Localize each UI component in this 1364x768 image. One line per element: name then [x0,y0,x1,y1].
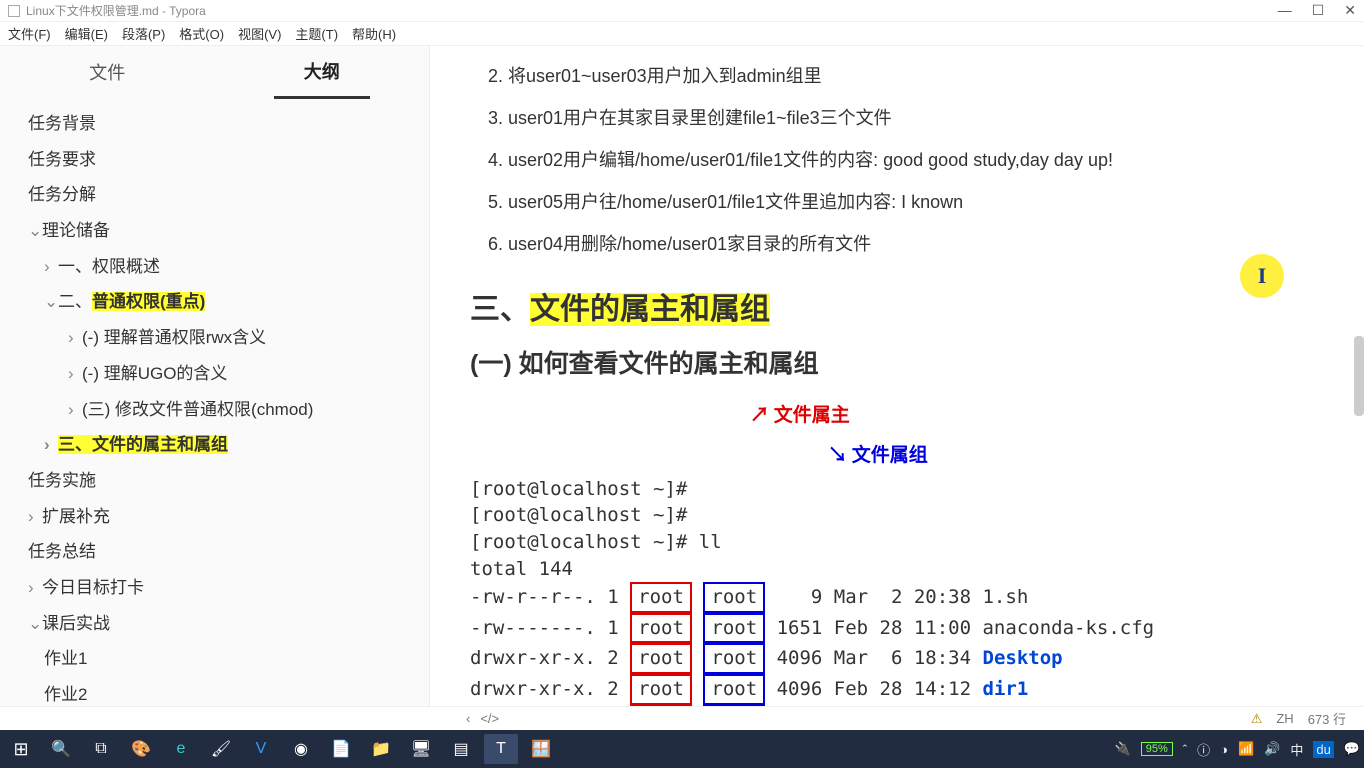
app-icon [8,5,20,17]
app-icon[interactable]: 🪟 [524,734,558,764]
list-item: 将user01~user03用户加入到admin组里 [508,62,1328,88]
outline-item[interactable]: ›一、权限概述 [10,249,419,285]
visio-icon[interactable]: V [244,734,278,764]
heading-2: 三、文件的属主和属组 [470,284,1328,328]
outline-item[interactable]: 任务总结 [10,534,419,570]
volume-icon[interactable]: 🔊 [1264,741,1280,757]
owner-box: root [630,582,692,613]
cursor-highlight-icon [1240,254,1284,298]
wifi-icon[interactable]: 📶 [1238,741,1254,757]
code-block: ↗ 文件属主 ↘ 文件属组 [root@localhost ~]# [root@… [470,396,1328,706]
paint-icon[interactable]: 🖌 [204,734,238,764]
tray-icon[interactable]: ◑ [1220,742,1228,757]
chevron-right-icon: › [68,356,78,392]
outline-item[interactable]: ›扩展补充 [10,499,419,535]
chevron-right-icon: › [28,570,38,606]
list-item: user01用户在其家目录里创建file1~file3三个文件 [508,104,1328,130]
outline-item[interactable]: 任务实施 [10,463,419,499]
menu-edit[interactable]: 编辑(E) [65,24,108,43]
titlebar: Linux下文件权限管理.md - Typora — ☐ ✕ [0,0,1364,22]
chevron-right-icon: › [68,392,78,428]
window-title: Linux下文件权限管理.md - Typora [26,2,206,19]
menubar: 文件(F) 编辑(E) 段落(P) 格式(O) 视图(V) 主题(T) 帮助(H… [0,22,1364,46]
outline-item[interactable]: 任务分解 [10,177,419,213]
taskbar: ⊞ 🔍 ⧉ 🎨 e 🖌 V ◉ 📄 📁 🖥 ▤ T 🪟 🔌 95% ˆ ⓘ ◑ … [0,730,1364,768]
menu-file[interactable]: 文件(F) [8,24,51,43]
notepad-icon[interactable]: 📄 [324,734,358,764]
annotation-group: ↘ 文件属组 [828,443,928,470]
close-button[interactable]: ✕ [1344,2,1356,19]
start-button[interactable]: ⊞ [4,734,38,764]
outline-item[interactable]: ›(三) 修改文件普通权限(chmod) [10,392,419,428]
plug-icon: 🔌 [1115,741,1131,757]
group-box: root [703,582,765,613]
chevron-right-icon: › [44,249,54,285]
vm-icon[interactable]: 🖥 [404,734,438,764]
list-item: user04用删除/home/user01家目录的所有文件 [508,230,1328,256]
menu-format[interactable]: 格式(O) [179,24,224,43]
outline-item-active[interactable]: ›三、文件的属主和属组 [10,427,419,463]
outline-item[interactable]: ⌄理论储备 [10,213,419,249]
tray-icon[interactable]: ⓘ [1197,740,1210,759]
ime-icon[interactable]: 中 [1290,740,1303,759]
typora-icon[interactable]: T [484,734,518,764]
list-item: user05用户往/home/user01/file1文件里追加内容: I kn… [508,188,1328,214]
statusbar: ‹ </> ⚠ ZH 673 行 [0,706,1364,730]
du-icon[interactable]: du [1313,741,1333,758]
tab-outline[interactable]: 大纲 [274,46,370,99]
edge-icon[interactable]: e [164,734,198,764]
outline-item[interactable]: 任务要求 [10,142,419,178]
sidebar: 文件 大纲 任务背景 任务要求 任务分解 ⌄理论储备 ›一、权限概述 ⌄二、普通… [0,46,430,706]
battery-indicator[interactable]: 95% [1141,742,1173,756]
annotation-owner: ↗ 文件属主 [750,403,850,430]
explorer-icon[interactable]: 📁 [364,734,398,764]
warning-icon[interactable]: ⚠ [1251,711,1263,727]
search-icon[interactable]: 🔍 [44,734,78,764]
source-mode-toggle[interactable]: </> [480,711,499,726]
outline-item[interactable]: ⌄二、普通权限(重点) [10,284,419,320]
chevron-down-icon: ⌄ [28,213,38,249]
outline-item[interactable]: 作业2 [10,677,419,706]
editor[interactable]: 将user01~user03用户加入到admin组里 user01用户在其家目录… [430,46,1364,706]
heading-3: (一) 如何查看文件的属主和属组 [470,344,1328,380]
chevron-right-icon: › [28,499,38,535]
outline-item[interactable]: 作业1 [10,641,419,677]
menu-view[interactable]: 视图(V) [238,24,281,43]
chevron-right-icon: › [44,427,54,463]
notification-icon[interactable]: 💬 [1344,741,1360,757]
chrome-icon[interactable]: ◉ [284,734,318,764]
menu-paragraph[interactable]: 段落(P) [122,24,165,43]
line-count: 673 行 [1308,709,1346,728]
minimize-button[interactable]: — [1278,2,1292,19]
menu-help[interactable]: 帮助(H) [352,24,396,43]
outline-item[interactable]: 任务背景 [10,106,419,142]
app-icon[interactable]: 🎨 [124,734,158,764]
outline-item[interactable]: ›(-) 理解普通权限rwx含义 [10,320,419,356]
outline-item[interactable]: ⌄课后实战 [10,606,419,642]
outline-item[interactable]: ›今日目标打卡 [10,570,419,606]
app-icon[interactable]: ▤ [444,734,478,764]
tray-chevron-icon[interactable]: ˆ [1183,742,1187,757]
scrollbar[interactable] [1354,336,1364,416]
maximize-button[interactable]: ☐ [1312,2,1325,19]
outline-item[interactable]: ›(-) 理解UGO的含义 [10,356,419,392]
outline-panel: 任务背景 任务要求 任务分解 ⌄理论储备 ›一、权限概述 ⌄二、普通权限(重点)… [0,98,429,706]
ime-indicator: ZH [1276,711,1293,726]
chevron-down-icon: ⌄ [44,284,54,320]
menu-theme[interactable]: 主题(T) [295,24,338,43]
chevron-down-icon: ⌄ [28,606,38,642]
list-item: user02用户编辑/home/user01/file1文件的内容: good … [508,146,1328,172]
tab-files[interactable]: 文件 [59,47,155,97]
chevron-right-icon: › [68,320,78,356]
taskview-icon[interactable]: ⧉ [84,734,118,764]
nav-back[interactable]: ‹ [466,711,470,726]
